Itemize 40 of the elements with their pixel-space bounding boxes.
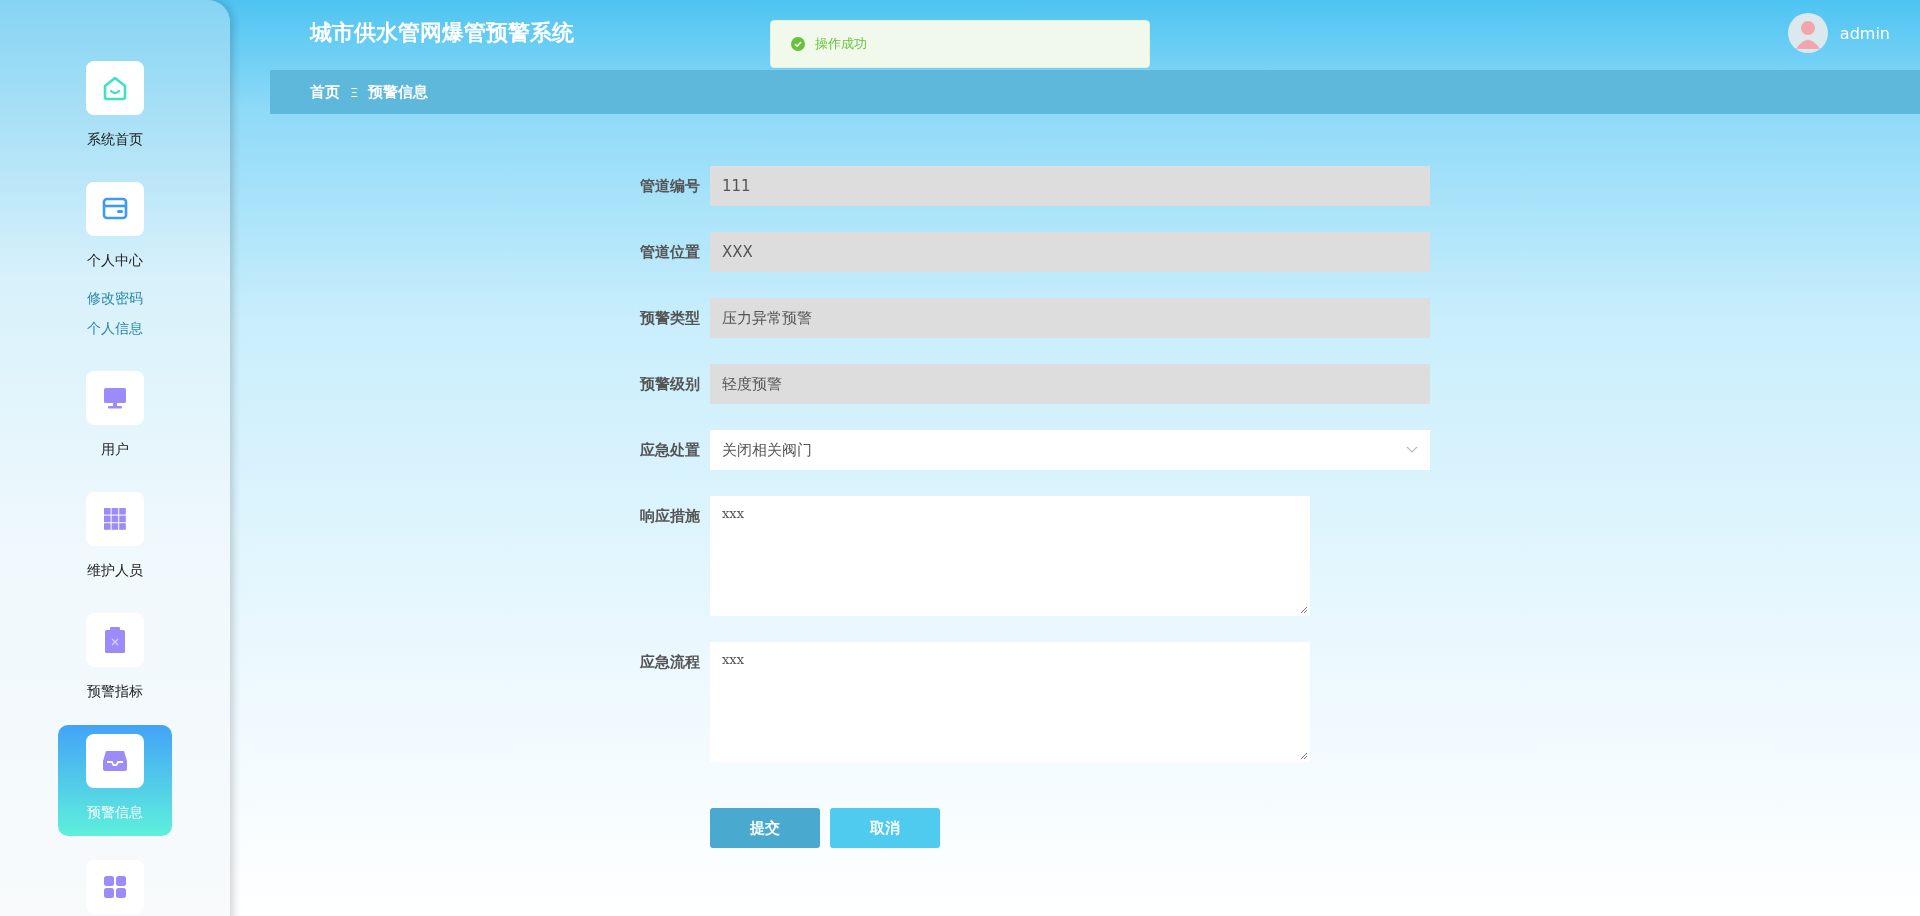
select-field[interactable]: 关闭相关阀门 [710, 430, 1430, 470]
menu-label[interactable]: 预警指标 [87, 683, 143, 701]
field-label: 管道位置 [639, 242, 701, 263]
resize-grip-icon[interactable] [1300, 752, 1308, 760]
clipboard-icon [104, 626, 126, 654]
breadcrumb-item: 预警信息 [368, 82, 429, 102]
menu-label[interactable]: 维护人员 [87, 562, 143, 580]
menu-tile[interactable] [86, 492, 144, 546]
menu-label[interactable]: 用户 [101, 441, 129, 459]
field-label: 管道编号 [639, 176, 701, 197]
breadcrumb-separator: Ξ [350, 84, 359, 100]
text-area[interactable]: xxx [710, 496, 1310, 616]
menu-tile[interactable] [86, 182, 144, 236]
menu-tile[interactable] [86, 61, 144, 115]
home-icon [101, 74, 129, 102]
menu-label[interactable]: 系统首页 [87, 131, 143, 149]
apps-icon [103, 875, 127, 899]
text-area[interactable]: xxx [710, 642, 1310, 762]
submenu-link[interactable]: 修改密码 [87, 290, 143, 308]
wallet-icon [101, 196, 129, 222]
menu-tile[interactable] [86, 734, 144, 788]
tray-icon [101, 749, 129, 773]
field-label: 预警级别 [639, 374, 701, 395]
menu-tile[interactable] [86, 371, 144, 425]
chevron-down-icon [1406, 446, 1418, 454]
submenu-link[interactable]: 个人信息 [87, 320, 143, 338]
check-circle-icon [791, 37, 805, 51]
field-label: 预警类型 [639, 308, 701, 329]
grid-icon [103, 507, 127, 531]
menu-tile[interactable] [86, 860, 144, 914]
toast-text: 操作成功 [815, 35, 867, 53]
field-label: 应急流程 [639, 652, 701, 673]
menu-tile[interactable] [86, 613, 144, 667]
monitor-icon [102, 386, 128, 410]
resize-grip-icon[interactable] [1300, 606, 1308, 614]
field-label: 响应措施 [639, 506, 701, 527]
avatar[interactable] [1787, 13, 1828, 53]
app-title: 城市供水管网爆管预警系统 [310, 19, 574, 47]
field-label: 应急处置 [639, 440, 701, 461]
menu-label[interactable]: 个人中心 [87, 252, 143, 270]
